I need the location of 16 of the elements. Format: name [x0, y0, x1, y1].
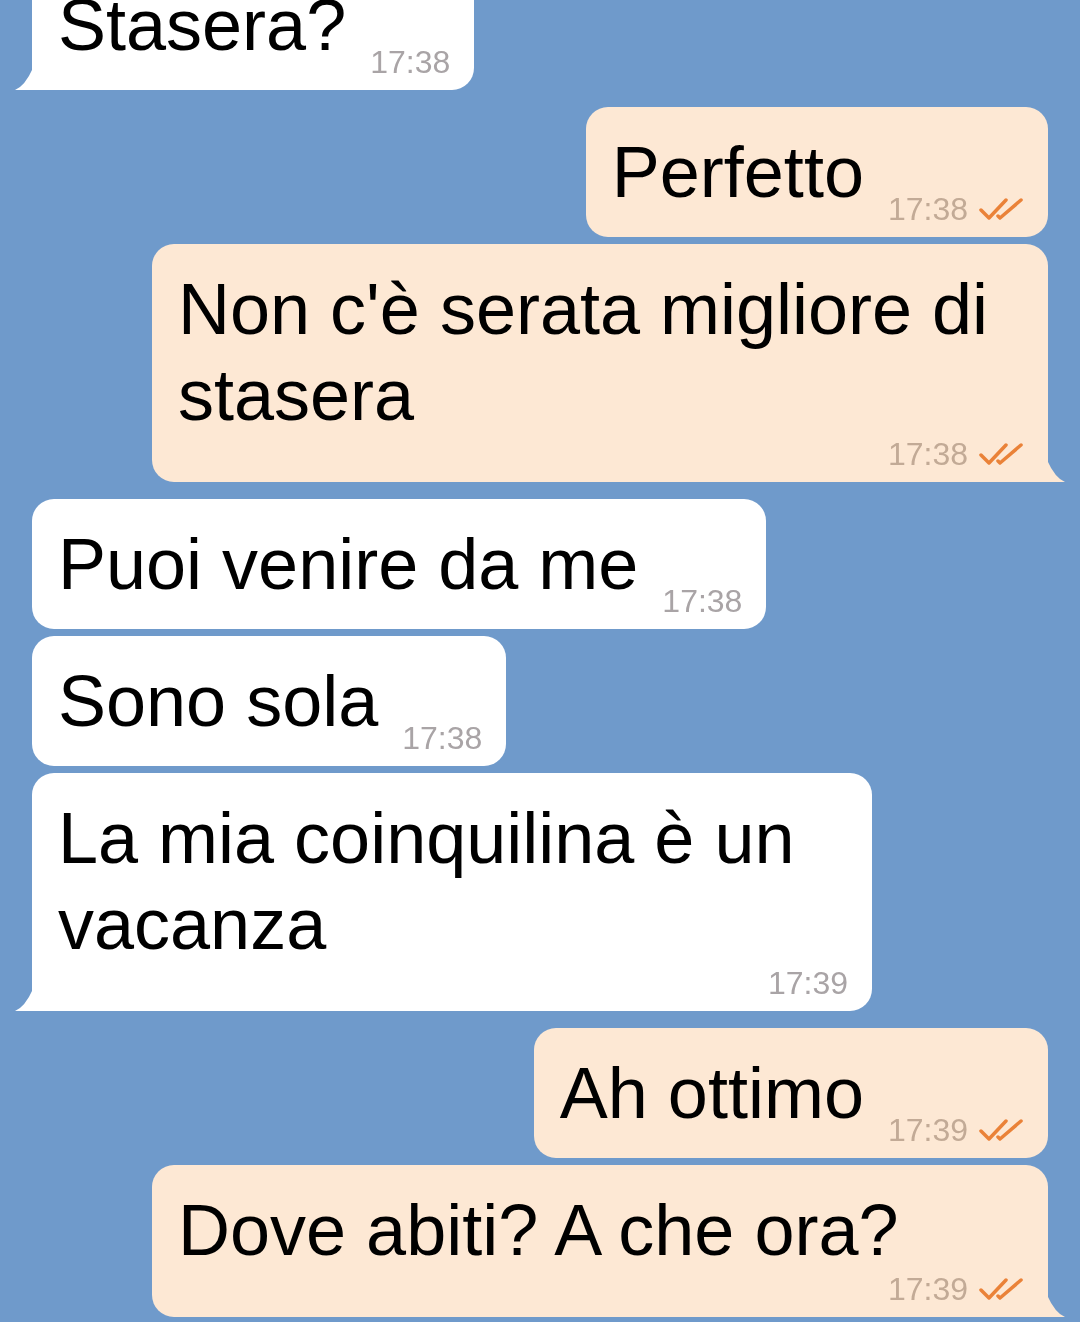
message-text: Ah ottimo	[559, 1052, 864, 1135]
message-text: La mia coinquilina è un vacanza	[58, 797, 796, 966]
message-text: Stasera?	[58, 0, 347, 67]
message-text: Perfetto	[611, 131, 864, 214]
message-time: 17:38	[887, 438, 968, 470]
message-time: 17:38	[402, 722, 483, 754]
message-time: 17:39	[767, 967, 848, 999]
message-text: Puoi venire da me	[58, 523, 639, 606]
message-time: 17:39	[887, 1114, 968, 1146]
message-time: 17:39	[887, 1273, 968, 1305]
message-time: 17:38	[370, 46, 451, 78]
message-text: Sono sola	[58, 660, 379, 743]
message-time: 17:38	[662, 585, 743, 617]
message-time: 17:38	[887, 193, 968, 225]
message-text: Non c'è serata migliore di stasera	[178, 268, 990, 437]
message-text: Dove abiti? A che ora?	[178, 1189, 899, 1272]
